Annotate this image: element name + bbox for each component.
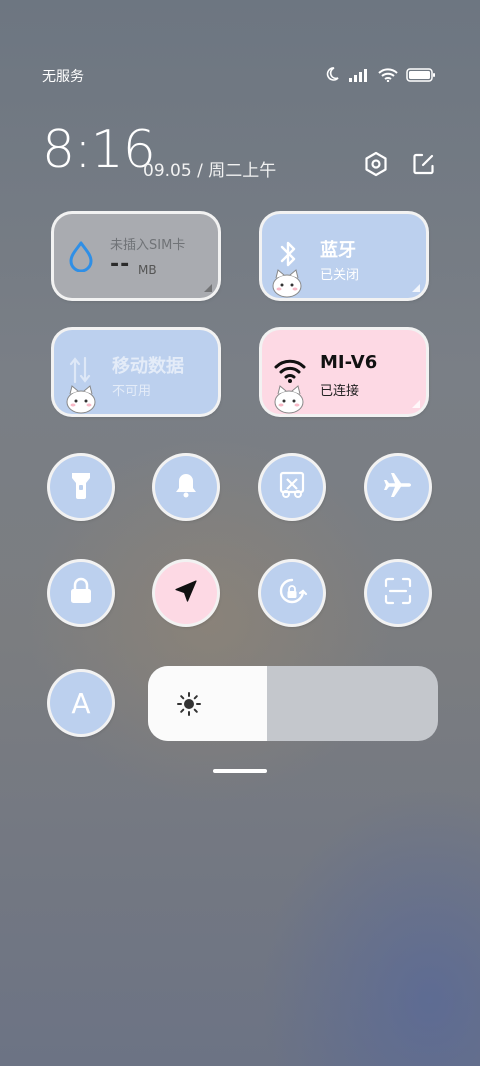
sound-button[interactable]: [155, 456, 217, 518]
mobile-data-status: 不可用: [112, 384, 152, 399]
status-icons: [324, 66, 436, 86]
location-button[interactable]: [155, 562, 217, 624]
location-icon: [173, 578, 199, 608]
home-indicator[interactable]: [213, 769, 267, 773]
wifi-tile[interactable]: MI-V6 已连接: [262, 330, 426, 414]
battery-icon: [406, 67, 436, 86]
clock: 8:16: [42, 120, 156, 180]
status-carrier: 无服务: [42, 69, 84, 85]
airplane-mode-button[interactable]: [367, 456, 429, 518]
scanner-button[interactable]: [367, 562, 429, 624]
screenshot-icon: [277, 470, 307, 504]
water-drop-icon: [66, 240, 96, 276]
rotation-lock-button[interactable]: [261, 562, 323, 624]
scan-icon: [383, 576, 413, 610]
cat-sticker-icon: [270, 266, 304, 298]
data-unit: MB: [138, 263, 157, 277]
flashlight-button[interactable]: [50, 456, 112, 518]
sim-status: 未插入SIM卡: [110, 238, 186, 253]
auto-brightness-label: A: [71, 686, 91, 720]
moon-icon: [324, 66, 340, 86]
cat-sticker-icon: [272, 382, 306, 414]
mobile-data-title: 移动数据: [112, 356, 184, 377]
rotation-lock-icon: [276, 575, 308, 611]
lock-icon: [68, 577, 94, 609]
bell-icon: [173, 471, 199, 503]
bluetooth-tile[interactable]: 蓝牙 已关闭: [262, 214, 426, 298]
lock-screen-button[interactable]: [50, 562, 112, 624]
brightness-fill: [148, 666, 267, 741]
sun-icon: [176, 691, 202, 721]
auto-brightness-button[interactable]: A: [50, 672, 112, 734]
screenshot-button[interactable]: [261, 456, 323, 518]
date: 09.05 / 周二上午: [143, 161, 277, 181]
brightness-slider[interactable]: [148, 666, 438, 741]
bluetooth-title: 蓝牙: [320, 240, 356, 261]
settings-icon[interactable]: [362, 150, 390, 178]
data-value: --: [110, 252, 131, 277]
airplane-icon: [383, 470, 413, 504]
wifi-icon: [378, 67, 398, 86]
wifi-ssid: MI-V6: [320, 352, 378, 373]
expand-corner: [412, 400, 420, 408]
cat-sticker-icon: [64, 382, 98, 414]
edit-icon[interactable]: [410, 150, 438, 178]
bluetooth-status: 已关闭: [320, 268, 360, 283]
expand-corner: [412, 284, 420, 292]
data-usage-tile[interactable]: 未插入SIM卡 -- MB: [54, 214, 218, 298]
mobile-data-tile[interactable]: 移动数据 不可用: [54, 330, 218, 414]
signal-icon: [348, 67, 370, 86]
wifi-status: 已连接: [320, 384, 360, 399]
expand-corner: [204, 284, 212, 292]
flashlight-icon: [70, 470, 92, 504]
